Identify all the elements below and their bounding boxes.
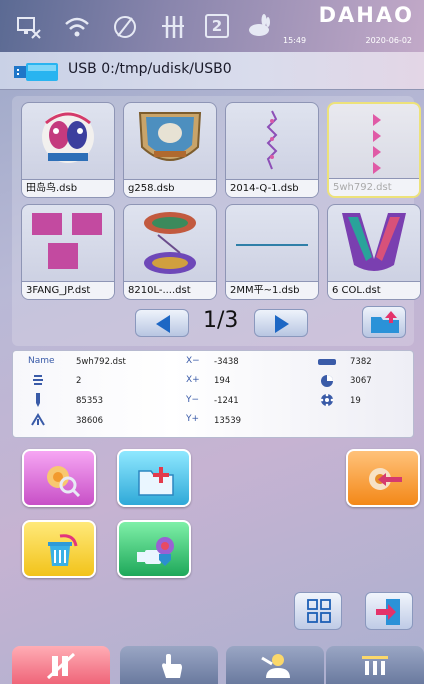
tab-manual-operation[interactable]	[120, 646, 218, 684]
file-thumb-8[interactable]: 6 COL.dst	[327, 204, 421, 300]
colors-value: 2	[76, 376, 82, 386]
file-thumb-7[interactable]: 2MM平~1.dsb	[225, 204, 319, 300]
prev-page-button[interactable]	[135, 309, 189, 337]
arrow-right-icon	[275, 315, 289, 333]
design-preview-squares	[32, 213, 102, 269]
clock-pie-icon	[321, 375, 333, 387]
jump-stitch-icon	[31, 413, 45, 426]
clock: 15:49	[283, 36, 307, 45]
file-name: 3FANG_JP.dst	[22, 281, 114, 299]
preview-search-button[interactable]	[22, 449, 96, 507]
trash-icon	[48, 534, 78, 566]
folder-up-icon	[371, 311, 399, 333]
file-thumb-6[interactable]: 8210L-....dst	[123, 204, 217, 300]
y-minus-value: -1241	[214, 396, 239, 406]
counter-icon: 2	[205, 14, 229, 38]
design-preview-triangles	[373, 114, 381, 174]
page-indicator: 1/3	[203, 308, 239, 333]
x-plus-value: 194	[214, 376, 231, 386]
tab-user-settings[interactable]	[226, 646, 324, 684]
file-name: 8210L-....dst	[124, 281, 216, 299]
file-name: 2MM平~1.dsb	[226, 281, 318, 299]
y-plus-key: Y+	[186, 414, 200, 424]
y-minus-key: Y−	[186, 395, 200, 405]
design-preview-line	[236, 244, 308, 246]
file-name: 田岛鸟.dsb	[22, 179, 114, 197]
file-transfer-icon	[46, 652, 76, 680]
user-icon	[261, 654, 290, 678]
exit-door-icon	[376, 599, 400, 625]
next-page-button[interactable]	[254, 309, 308, 337]
status-bar: 2 DAHAO 15:49 2020-06-02	[0, 0, 424, 52]
hand-pointer-icon	[162, 654, 182, 678]
file-thumb-3[interactable]: 2014-Q-1.dsb	[225, 102, 319, 198]
flower-search-icon	[47, 466, 81, 497]
color-change-icon	[320, 393, 334, 407]
x-minus-value: -3438	[214, 357, 239, 367]
design-preview-birds	[42, 111, 94, 163]
file-name: 6 COL.dst	[328, 281, 420, 299]
brand-logo: DAHAO	[318, 3, 414, 27]
file-thumb-4[interactable]: 5wh792.dst	[327, 102, 421, 198]
y-plus-value: 13539	[214, 416, 242, 426]
import-design-button[interactable]	[346, 449, 420, 507]
flower-import-icon	[369, 468, 402, 490]
design-preview-ovals	[144, 212, 196, 274]
exit-button[interactable]	[365, 592, 413, 630]
copy-to-usb-button[interactable]	[117, 520, 191, 578]
needle-bar-icon	[362, 656, 388, 675]
path-label: USB 0:/tmp/udisk/USB0	[68, 61, 232, 77]
usb-copy-icon	[137, 537, 174, 566]
color-changes-value: 19	[350, 396, 361, 406]
name-key: Name	[28, 356, 55, 366]
width-value: 7382	[350, 357, 372, 367]
tab-machine[interactable]	[326, 646, 424, 684]
jumps-value: 38606	[76, 416, 104, 426]
arrow-left-icon	[156, 315, 170, 333]
path-bar: USB 0:/tmp/udisk/USB0	[0, 52, 424, 90]
no-signal-icon	[114, 16, 136, 38]
file-name: 2014-Q-1.dsb	[226, 179, 318, 197]
view-mode-button[interactable]	[294, 592, 342, 630]
rabbit-speed-icon	[249, 14, 270, 36]
file-name: g258.dsb	[124, 179, 216, 197]
delete-button[interactable]	[22, 520, 96, 578]
color-layers-icon	[33, 375, 43, 385]
folder-add-icon	[138, 467, 174, 496]
file-thumb-2[interactable]: g258.dsb	[123, 102, 217, 198]
tab-file-manager[interactable]	[12, 646, 110, 684]
x-minus-key: X−	[186, 356, 200, 366]
date: 2020-06-02	[365, 36, 413, 45]
file-thumb-1[interactable]: 田岛鸟.dsb	[21, 102, 115, 198]
stitches-value: 85353	[76, 396, 104, 406]
time-value: 3067	[350, 376, 372, 386]
width-icon	[318, 359, 336, 365]
wifi-icon	[65, 17, 89, 37]
design-preview-collar	[342, 213, 406, 271]
name-value: 5wh792.dst	[76, 357, 126, 367]
design-preview-vertical-chain	[266, 110, 278, 170]
usb-drive-icon[interactable]	[14, 63, 58, 81]
thread-tension-icon	[162, 16, 184, 38]
network-off-icon	[17, 17, 41, 39]
bottom-tab-bar	[0, 646, 424, 684]
x-plus-key: X+	[186, 375, 200, 385]
new-folder-button[interactable]	[117, 449, 191, 507]
design-preview-crest	[138, 112, 202, 161]
grid-view-icon	[307, 599, 331, 623]
counter-badge: 2	[211, 17, 223, 35]
folder-up-button[interactable]	[362, 306, 406, 338]
needle-icon	[36, 393, 40, 407]
file-name: 5wh792.dst	[329, 178, 419, 196]
file-thumb-5[interactable]: 3FANG_JP.dst	[21, 204, 115, 300]
